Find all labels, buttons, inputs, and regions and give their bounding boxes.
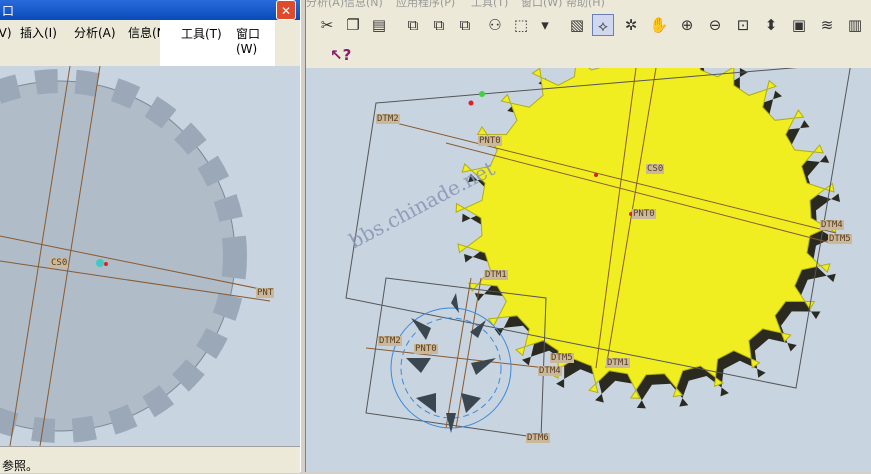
datum-label: DTM4 xyxy=(538,366,562,376)
pan-icon[interactable]: ✋ xyxy=(648,14,670,36)
left-title-bar[interactable]: 口 ✕ xyxy=(0,0,300,20)
window-title: 口 xyxy=(2,4,15,18)
regen-icon[interactable]: ⧉ xyxy=(402,14,424,36)
menu-fragment[interactable]: 应用程序(P) xyxy=(396,0,455,10)
right-toolbar: 分析(A) 信息(N) 应用程序(P) 工具(T) 窗口(W) 帮助(H) ✂ … xyxy=(306,0,871,44)
datum-label: DTM2 xyxy=(376,114,400,124)
spin-icon[interactable]: ✲ xyxy=(620,14,642,36)
settings-icon[interactable]: ▥ xyxy=(844,14,866,36)
menu-view[interactable]: 视图(V) xyxy=(0,24,12,41)
left-status-bar: 参照。 xyxy=(0,446,300,473)
left-window: 口 ✕ 视图(V) 插入(I) 分析(A) 信息(N) 工具(T) 窗口(W) … xyxy=(0,0,300,473)
left-gear-drawing xyxy=(0,66,271,446)
csys-marker-icon xyxy=(96,259,104,267)
datum-label: DTM4 xyxy=(820,220,844,230)
datum-label: DTM6 xyxy=(526,433,550,443)
origin-point-icon xyxy=(104,262,108,266)
datum-label: CS0 xyxy=(50,258,69,268)
datum-label: PNT0 xyxy=(632,209,656,219)
yellow-gear xyxy=(455,68,842,409)
regen-3-icon[interactable]: ⧉ xyxy=(454,14,476,36)
datum-label: CS0 xyxy=(646,164,665,174)
zoom-fit-icon[interactable]: ⊡ xyxy=(732,14,754,36)
datum-label: PNT0 xyxy=(414,344,438,354)
datum-label: DTM1 xyxy=(606,358,630,368)
layers-icon[interactable]: ≋ xyxy=(816,14,838,36)
paste-icon[interactable]: ▤ xyxy=(368,14,390,36)
left-model-viewport[interactable]: CS0 PNT xyxy=(0,66,300,446)
datum-label: DTM5 xyxy=(828,234,852,244)
menu-fragment[interactable]: 窗口(W) xyxy=(521,0,562,10)
view-icon[interactable]: ▣ xyxy=(788,14,810,36)
menu-tools[interactable]: 工具(T) xyxy=(181,25,222,42)
zoom-in-icon[interactable]: ⊕ xyxy=(676,14,698,36)
datum-label: DTM5 xyxy=(550,353,574,363)
menu-analysis[interactable]: 分析(A) xyxy=(74,24,116,41)
select-icon[interactable]: ⬚ xyxy=(510,14,532,36)
context-help-icon[interactable]: ↖? xyxy=(330,46,351,64)
copy-icon[interactable]: ❐ xyxy=(342,14,364,36)
regen-2-icon[interactable]: ⧉ xyxy=(428,14,450,36)
dropdown-icon[interactable]: ▾ xyxy=(534,14,556,36)
grey-gear xyxy=(0,69,247,443)
menu-fragment[interactable]: 分析(A) xyxy=(306,0,344,10)
datum-label: PNT0 xyxy=(478,136,502,146)
right-toolbar-secondary: ↖? xyxy=(306,44,871,69)
menu-fragment[interactable]: 工具(T) xyxy=(471,0,508,10)
right-model-viewport[interactable]: DTM2 PNT0 CS0 PNT0 DTM4 DTM5 DTM1 DTM2 P… xyxy=(306,68,871,472)
zoom-out-icon[interactable]: ⊖ xyxy=(704,14,726,36)
menu-fragment[interactable]: 帮助(H) xyxy=(566,0,605,10)
menu-insert[interactable]: 插入(I) xyxy=(20,24,57,41)
orient-icon[interactable]: ⬍ xyxy=(760,14,782,36)
datum-point-icon[interactable]: ⟡ xyxy=(592,14,614,36)
sketch-icon[interactable]: ▧ xyxy=(566,14,588,36)
scissors-icon[interactable]: ✂ xyxy=(316,14,338,36)
menu-fragment[interactable]: 信息(N) xyxy=(344,0,383,10)
datum-label: PNT xyxy=(256,288,275,298)
menu-window[interactable]: 窗口(W) xyxy=(236,25,275,56)
menu-highlight-area: 工具(T) 窗口(W) xyxy=(160,20,275,66)
small-gear xyxy=(390,293,512,433)
close-button[interactable]: ✕ xyxy=(276,0,296,20)
datum-label: DTM2 xyxy=(378,336,402,346)
right-gear-drawing xyxy=(345,68,851,439)
find-icon[interactable]: ⚇ xyxy=(484,14,506,36)
datum-label: DTM1 xyxy=(484,270,508,280)
status-text: 参照。 xyxy=(2,459,39,473)
